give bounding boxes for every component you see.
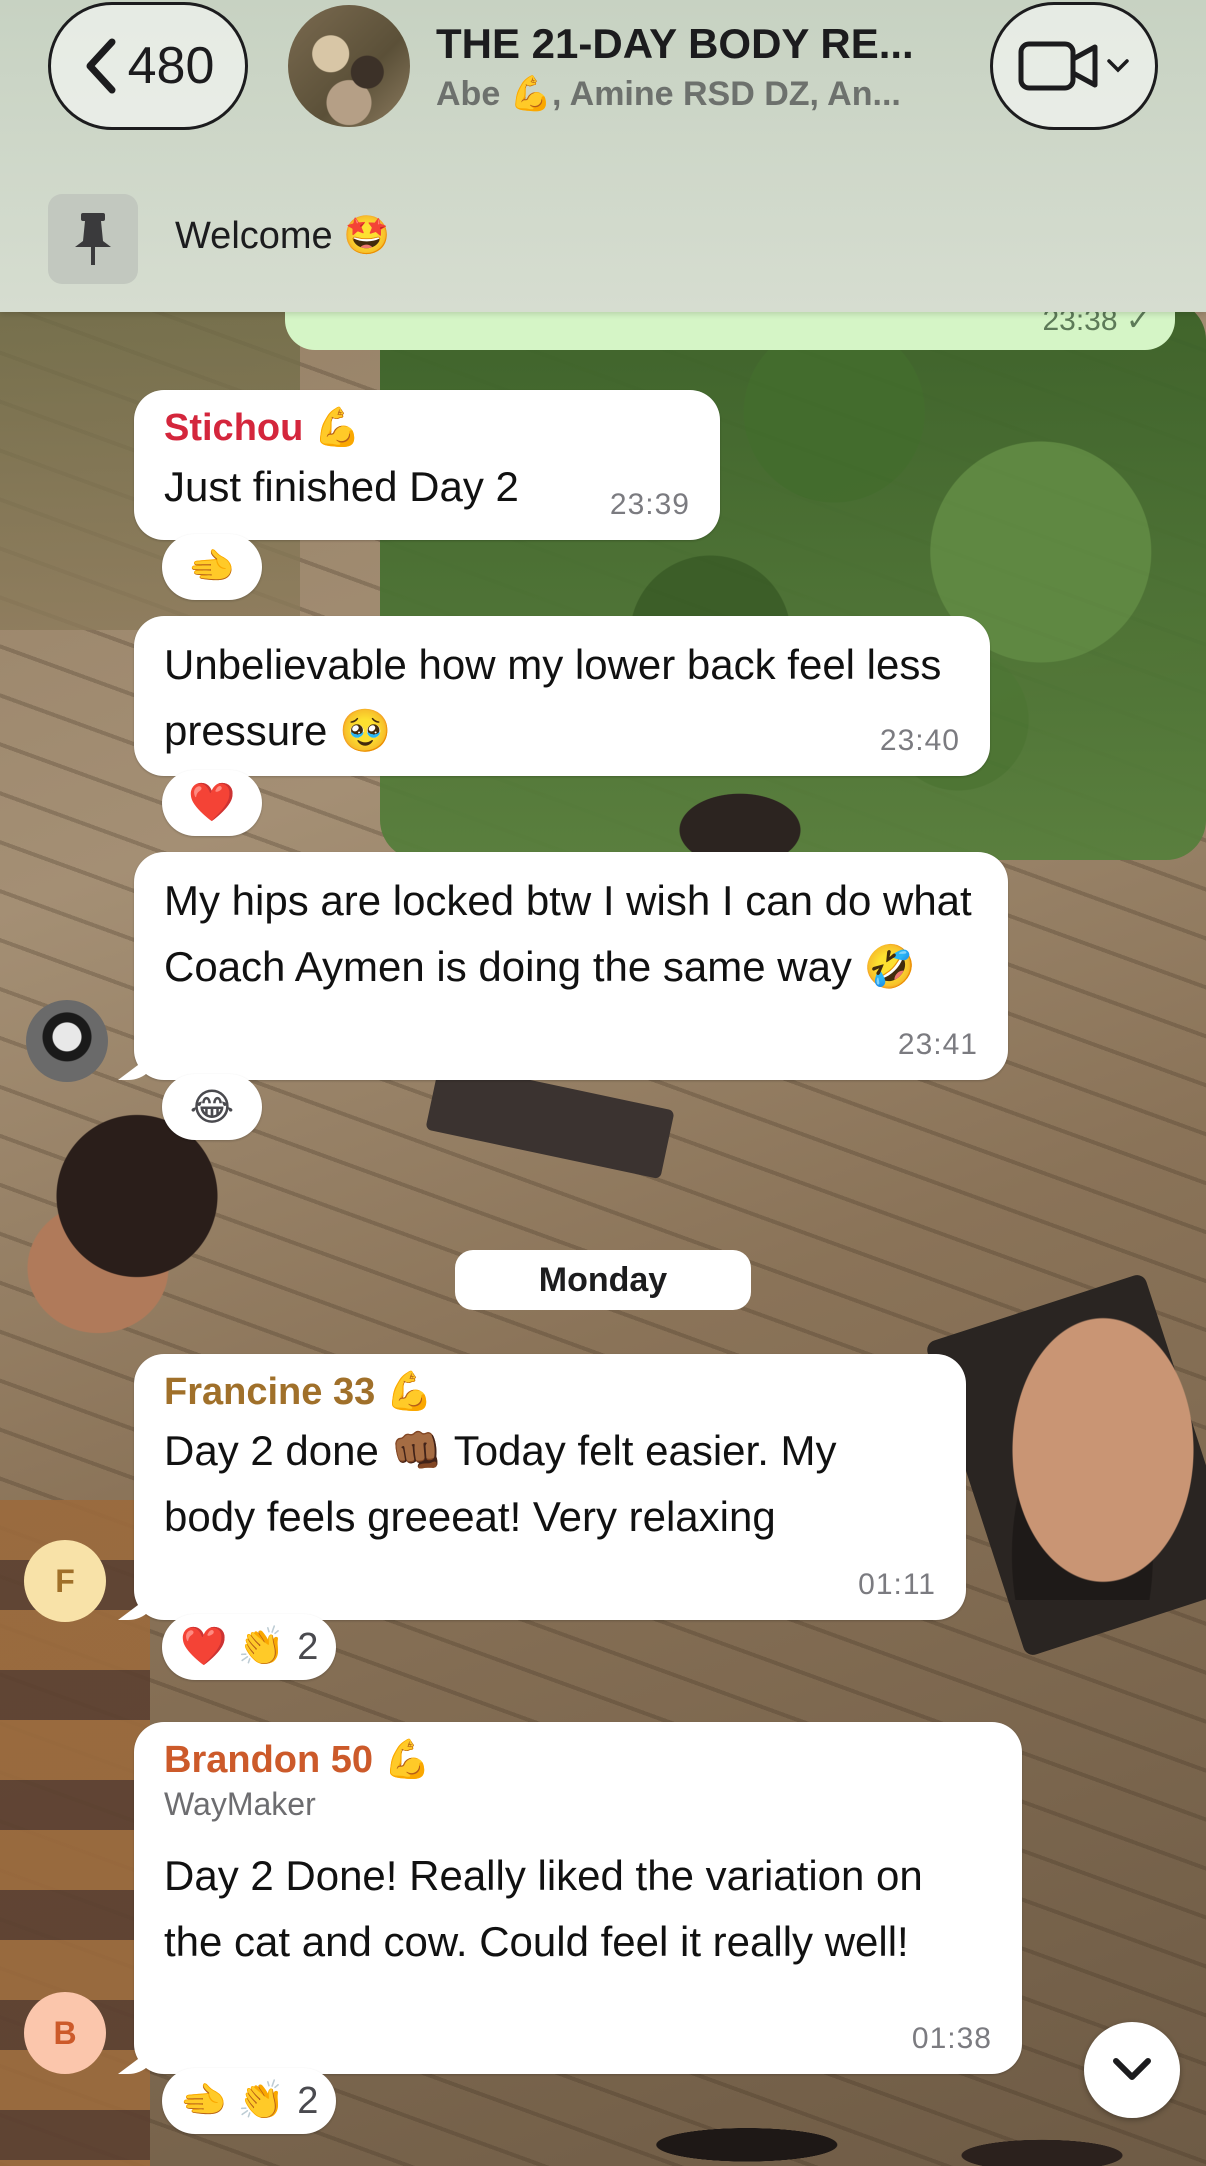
message-bubble[interactable]: Brandon 50 💪 WayMaker Day 2 Done! Really…	[134, 1722, 1022, 2074]
reaction-count: 2	[297, 1625, 319, 1668]
message-text: Unbelievable how my lower back feel less…	[164, 641, 942, 754]
reaction-count: 2	[297, 2079, 319, 2122]
user-avatar[interactable]: B	[24, 1992, 106, 2074]
reaction-emoji: ❤️ 👏	[180, 1626, 286, 1668]
sender-name[interactable]: Francine 33 💪	[164, 1370, 936, 1414]
group-avatar[interactable]	[288, 5, 410, 127]
reaction-emoji: 🫲 👏	[180, 2080, 286, 2122]
pinned-message-text: Welcome 🤩	[175, 215, 391, 257]
reaction-emoji: 🫲	[188, 546, 236, 588]
message-time: 23:39	[609, 488, 690, 521]
unread-count: 480	[127, 37, 215, 95]
wallpaper-people-right	[1000, 1300, 1206, 1600]
reaction-pill[interactable]: 😂	[162, 1074, 262, 1140]
message-time: 01:11	[858, 1568, 936, 1601]
chevron-left-icon	[86, 38, 116, 94]
message-time: 23:40	[879, 724, 960, 757]
chevron-down-icon	[1113, 2058, 1151, 2080]
back-button[interactable]: 480	[48, 2, 248, 130]
reaction-pill[interactable]: 🫲 👏 2	[162, 2068, 337, 2134]
reaction-pill[interactable]: 🫲	[162, 534, 262, 600]
user-avatar[interactable]: F	[24, 1540, 106, 1622]
message-time: 23:41	[897, 1028, 978, 1061]
reaction-pill[interactable]: ❤️	[162, 770, 262, 836]
pinned-message-bar[interactable]: Welcome 🤩	[0, 170, 1206, 312]
group-title[interactable]: THE 21-DAY BODY RE...	[436, 20, 956, 68]
message-bubble[interactable]: Stichou 💪 Just finished Day 2 23:39	[134, 390, 720, 540]
message-time: 01:38	[911, 2022, 992, 2055]
video-call-button[interactable]	[990, 2, 1158, 130]
video-camera-icon	[1018, 41, 1098, 91]
scroll-to-bottom-button[interactable]	[1084, 2022, 1180, 2118]
sender-subtitle: WayMaker	[164, 1786, 316, 1822]
message-text: My hips are locked btw I wish I can do w…	[164, 877, 972, 990]
chevron-down-icon	[1107, 59, 1129, 73]
message-text: Day 2 done 👊🏾 Today felt easier. My body…	[164, 1427, 837, 1540]
reaction-pill[interactable]: ❤️ 👏 2	[162, 1614, 337, 1680]
message-bubble[interactable]: My hips are locked btw I wish I can do w…	[134, 852, 1008, 1080]
date-divider: Monday	[455, 1250, 751, 1310]
message-text: Just finished Day 2	[164, 463, 519, 510]
message-bubble[interactable]: Francine 33 💪 Day 2 done 👊🏾 Today felt e…	[134, 1354, 966, 1620]
message-text: Day 2 Done! Really liked the variation o…	[164, 1852, 923, 1965]
reaction-emoji: ❤️	[188, 782, 236, 824]
sender-name[interactable]: Brandon 50 💪	[164, 1738, 992, 1782]
user-avatar[interactable]	[26, 1000, 108, 1082]
message-bubble[interactable]: Unbelievable how my lower back feel less…	[134, 616, 990, 776]
pin-icon	[48, 194, 138, 284]
sender-name[interactable]: Stichou 💪	[164, 406, 690, 450]
chat-header: 480 THE 21-DAY BODY RE... Abe 💪, Amine R…	[0, 0, 1206, 312]
reaction-emoji: 😂	[189, 1086, 235, 1129]
group-members[interactable]: Abe 💪, Amine RSD DZ, An...	[436, 74, 956, 114]
